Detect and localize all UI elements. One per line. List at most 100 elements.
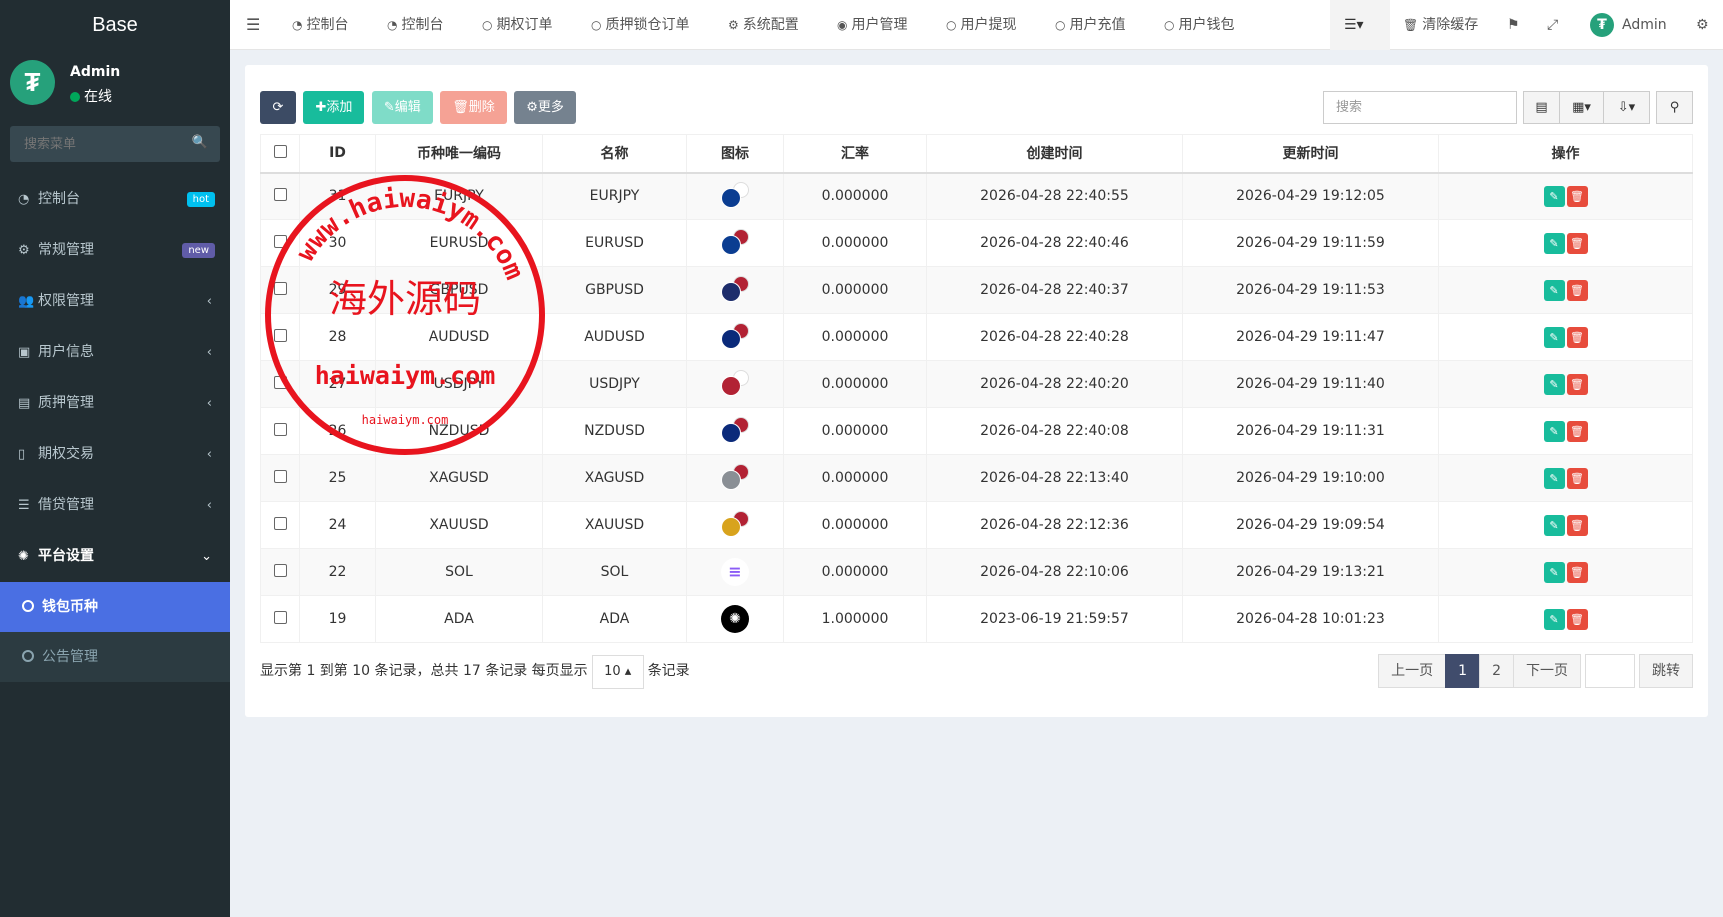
row-checkbox[interactable]: [273, 328, 287, 342]
circle-icon: ○: [1055, 18, 1066, 32]
advanced-search-button[interactable]: ⚲: [1656, 91, 1693, 124]
tab-user-recharge[interactable]: ○ 用户充值: [1055, 0, 1125, 50]
delete-row-button[interactable]: 🗑: [1566, 326, 1588, 348]
menu-search-input[interactable]: [10, 126, 220, 162]
sidebar-item-loans[interactable]: ☰ 借贷管理 ‹: [0, 480, 230, 531]
tab-staking-orders[interactable]: ○ 质押锁仓订单: [591, 0, 689, 50]
next-page-button[interactable]: 下一页: [1513, 654, 1581, 688]
row-checkbox[interactable]: [273, 469, 287, 483]
cell-code: SOL: [375, 548, 543, 596]
delete-row-button[interactable]: 🗑: [1566, 232, 1588, 254]
delete-row-button[interactable]: 🗑: [1566, 561, 1588, 583]
page-1-button[interactable]: 1: [1445, 654, 1481, 688]
col-header[interactable]: 名称: [542, 134, 687, 174]
hamburger-icon[interactable]: ☰: [246, 0, 260, 50]
edit-row-button[interactable]: ✎: [1543, 561, 1565, 583]
app-logo[interactable]: Base: [0, 0, 230, 50]
sidebar-item-options[interactable]: ▯ 期权交易 ‹: [0, 429, 230, 480]
clear-cache-button[interactable]: 🗑 清除缓存: [1403, 0, 1478, 50]
delete-row-button[interactable]: 🗑: [1566, 420, 1588, 442]
export-button[interactable]: ⇩▾: [1603, 91, 1650, 124]
col-header[interactable]: 币种唯一编码: [375, 134, 543, 174]
cell-updated: 2026-04-29 19:11:31: [1182, 407, 1439, 455]
edit-row-button[interactable]: ✎: [1543, 232, 1565, 254]
settings-icon[interactable]: ⚙: [1696, 0, 1709, 50]
row-checkbox[interactable]: [273, 375, 287, 389]
edit-row-button[interactable]: ✎: [1543, 279, 1565, 301]
more-button[interactable]: ⚙更多: [514, 91, 576, 124]
edit-row-button[interactable]: ✎: [1543, 373, 1565, 395]
edit-row-button[interactable]: ✎: [1543, 467, 1565, 489]
cell-actions: ✎ 🗑: [1438, 313, 1693, 361]
row-checkbox[interactable]: [273, 516, 287, 530]
sidebar-item-platform[interactable]: ✺ 平台设置 ⌄: [0, 531, 230, 582]
edit-row-button[interactable]: ✎: [1543, 185, 1565, 207]
col-header[interactable]: ID: [299, 134, 376, 174]
edit-row-button[interactable]: ✎: [1543, 514, 1565, 536]
columns-button[interactable]: ▦▾: [1559, 91, 1604, 124]
sidebar-item-announcements[interactable]: 公告管理: [0, 632, 230, 682]
sidebar-item-user-info[interactable]: ▣ 用户信息 ‹: [0, 327, 230, 378]
tab-user-wallet[interactable]: ○ 用户钱包: [1164, 0, 1234, 50]
page-size-select[interactable]: 10 ▴: [591, 655, 644, 689]
tab-system-config[interactable]: ⚙ 系统配置: [728, 0, 799, 50]
sidebar-item-general[interactable]: ⚙ 常规管理 new: [0, 225, 230, 276]
tab-dashboard-2[interactable]: ◔ 控制台: [387, 0, 443, 50]
row-checkbox[interactable]: [273, 563, 287, 577]
delete-row-button[interactable]: 🗑: [1566, 514, 1588, 536]
table-search-input[interactable]: 搜索: [1323, 91, 1517, 124]
language-icon[interactable]: ⚑: [1507, 0, 1520, 50]
edit-row-button[interactable]: ✎: [1543, 420, 1565, 442]
tab-dashboard-1[interactable]: ◔ 控制台: [292, 0, 348, 50]
sidebar-item-permissions[interactable]: 👥 权限管理 ‹: [0, 276, 230, 327]
row-checkbox[interactable]: [273, 187, 287, 201]
avatar: ₮: [10, 60, 55, 105]
fullscreen-icon[interactable]: ⤢: [1547, 0, 1558, 50]
add-button[interactable]: ✚添加: [303, 91, 365, 124]
tab-option-orders[interactable]: ○ 期权订单: [482, 0, 552, 50]
tab-user-withdraw[interactable]: ○ 用户提现: [946, 0, 1016, 50]
tabs-dropdown[interactable]: ☰▾: [1330, 0, 1390, 50]
col-header[interactable]: 汇率: [783, 134, 927, 174]
cell-code: AUDUSD: [375, 313, 543, 361]
row-checkbox[interactable]: [273, 610, 287, 624]
row-checkbox[interactable]: [273, 234, 287, 248]
more-label: 更多: [537, 100, 564, 115]
admin-menu[interactable]: ₮ Admin: [1590, 0, 1667, 50]
sidebar-item-label: 控制台: [38, 191, 80, 207]
row-checkbox[interactable]: [273, 422, 287, 436]
gear-icon: ✺: [18, 549, 29, 564]
row-checkbox[interactable]: [273, 281, 287, 295]
toggle-view-button[interactable]: ▤: [1523, 91, 1560, 124]
delete-button[interactable]: 🗑删除: [440, 91, 507, 124]
cell-actions: ✎ 🗑: [1438, 360, 1693, 408]
delete-row-button[interactable]: 🗑: [1566, 279, 1588, 301]
gear-icon: ⚙: [526, 100, 538, 115]
col-header[interactable]: 图标: [686, 134, 784, 174]
page-2-button[interactable]: 2: [1479, 654, 1514, 688]
tab-user-management[interactable]: ◉ 用户管理: [837, 0, 907, 50]
delete-row-button[interactable]: 🗑: [1566, 373, 1588, 395]
delete-row-button[interactable]: 🗑: [1566, 608, 1588, 630]
jump-button[interactable]: 跳转: [1639, 654, 1693, 688]
sidebar-item-staking[interactable]: ▤ 质押管理 ‹: [0, 378, 230, 429]
refresh-button[interactable]: ⟳: [260, 91, 296, 124]
sidebar-item-label: 平台设置: [38, 548, 94, 564]
prev-page-button[interactable]: 上一页: [1378, 654, 1447, 688]
select-all-checkbox[interactable]: [273, 144, 287, 158]
jump-page-input[interactable]: [1585, 654, 1635, 688]
edit-row-button[interactable]: ✎: [1543, 608, 1565, 630]
col-header[interactable]: 创建时间: [926, 134, 1183, 174]
chevron-left-icon: ‹: [206, 447, 212, 462]
edit-button[interactable]: ✎编辑: [371, 91, 433, 124]
edit-row-button[interactable]: ✎: [1543, 326, 1565, 348]
col-header[interactable]: 更新时间: [1182, 134, 1439, 174]
delete-row-button[interactable]: 🗑: [1566, 185, 1588, 207]
sidebar-item-dashboard[interactable]: ◔ 控制台 hot: [0, 174, 230, 225]
search-icon[interactable]: 🔍: [192, 135, 208, 150]
delete-row-button[interactable]: 🗑: [1566, 467, 1588, 489]
chevron-left-icon: ‹: [206, 396, 212, 411]
sidebar-item-wallet-currency[interactable]: 钱包币种: [0, 582, 230, 632]
cell-id: 22: [299, 548, 376, 596]
sidebar-item-label: 用户信息: [38, 344, 94, 360]
